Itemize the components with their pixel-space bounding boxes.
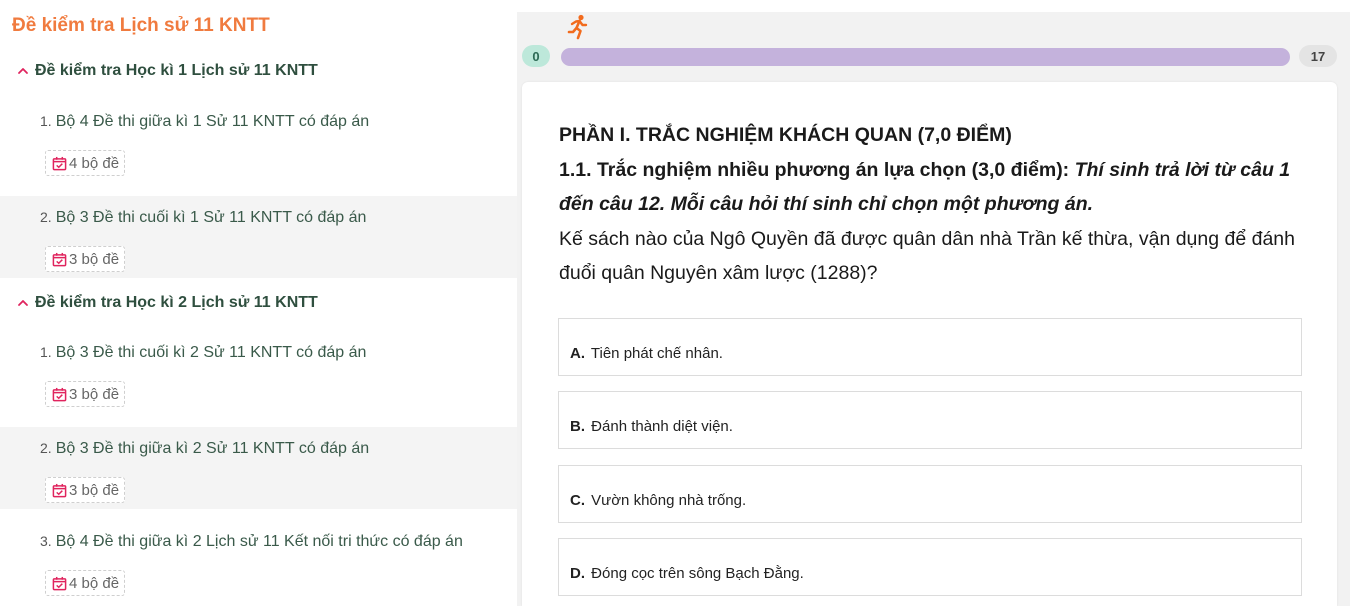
progress-end-label: 17 xyxy=(1299,45,1337,67)
section-heading: Đề kiểm tra Học kì 1 Lịch sử 11 KNTT xyxy=(35,62,318,79)
exam-link[interactable]: 1. Bộ 3 Đề thi cuối kì 2 Sử 11 KNTT có đá… xyxy=(40,344,366,362)
section-toggle-hk1[interactable]: Đề kiểm tra Học kì 1 Lịch sử 11 KNTT xyxy=(16,62,318,80)
exam-link[interactable]: 2. Bộ 3 Đề thi cuối kì 1 Sử 11 KNTT có đá… xyxy=(40,209,366,227)
progress-bar xyxy=(561,48,1290,66)
question-text: PHẦN I. TRẮC NGHIỆM KHÁCH QUAN (7,0 ĐIỂM… xyxy=(559,118,1309,291)
item-title: Bộ 3 Đề thi cuối kì 1 Sử 11 KNTT có đáp … xyxy=(55,209,367,226)
calendar-check-icon xyxy=(52,252,67,266)
list-item: 2. Bộ 3 Đề thi cuối kì 1 Sử 11 KNTT có đá… xyxy=(0,196,517,278)
list-item: 3. Bộ 4 Đề thi giữa kì 2 Lịch sử 11 Kết n… xyxy=(0,520,517,602)
section-toggle-hk2[interactable]: Đề kiểm tra Học kì 2 Lịch sử 11 KNTT xyxy=(16,294,318,312)
list-item: 1. Bộ 3 Đề thi cuối kì 2 Sử 11 KNTT có đá… xyxy=(0,331,517,413)
exam-link[interactable]: 1. Bộ 4 Đề thi giữa kì 1 Sử 11 KNTT có đá… xyxy=(40,113,369,131)
badge-label: 4 bộ đề xyxy=(69,154,120,172)
exam-count-badge[interactable]: 3 bộ đề xyxy=(45,381,126,407)
sub-heading: 1.1. Trắc nghiệm nhiều phương án lựa chọ… xyxy=(559,158,1070,181)
sidebar-title: Đề kiểm tra Lịch sử 11 KNTT xyxy=(12,15,270,36)
item-title: Bộ 3 Đề thi giữa kì 2 Sử 11 KNTT có đáp … xyxy=(55,440,370,457)
answer-option-b[interactable]: B. Đánh thành diệt viện. xyxy=(558,391,1302,449)
part-heading: PHẦN I. TRẮC NGHIỆM KHÁCH QUAN (7,0 ĐIỂM… xyxy=(559,124,1012,146)
exam-count-badge[interactable]: 3 bộ đề xyxy=(45,246,126,272)
answer-option-c[interactable]: C. Vườn không nhà trống. xyxy=(558,465,1302,523)
list-item: 1. Bộ 4 Đề thi giữa kì 1 Sử 11 KNTT có đá… xyxy=(0,100,517,182)
exam-count-badge[interactable]: 4 bộ đề xyxy=(45,150,126,176)
item-number: 2. xyxy=(40,440,52,456)
option-letter: A. xyxy=(570,345,585,362)
option-letter: B. xyxy=(570,418,585,435)
exam-count-badge[interactable]: 4 bộ đề xyxy=(45,570,126,596)
option-text: Đánh thành diệt viện. xyxy=(591,418,733,435)
chevron-up-icon xyxy=(18,300,28,306)
item-number: 1. xyxy=(40,113,52,129)
exam-link[interactable]: 3. Bộ 4 Đề thi giữa kì 2 Lịch sử 11 Kết n… xyxy=(40,533,463,551)
question-prompt: Kế sách nào của Ngô Quyền đã được quân d… xyxy=(559,227,1296,285)
item-title: Bộ 3 Đề thi cuối kì 2 Sử 11 KNTT có đáp … xyxy=(55,344,367,361)
exam-sidebar: Đề kiểm tra Lịch sử 11 KNTT Đề kiểm tra … xyxy=(0,0,517,606)
exam-count-badge[interactable]: 3 bộ đề xyxy=(45,477,126,503)
exam-link[interactable]: 2. Bộ 3 Đề thi giữa kì 2 Sử 11 KNTT có đá… xyxy=(40,440,369,458)
answer-option-d[interactable]: D. Đóng cọc trên sông Bạch Đằng. xyxy=(558,538,1302,596)
list-item: 2. Bộ 3 Đề thi giữa kì 2 Sử 11 KNTT có đá… xyxy=(0,427,517,509)
badge-label: 3 bộ đề xyxy=(69,481,120,499)
answer-option-a[interactable]: A. Tiên phát chế nhân. xyxy=(558,318,1302,376)
item-title: Bộ 4 Đề thi giữa kì 1 Sử 11 KNTT có đáp … xyxy=(55,113,370,130)
calendar-check-icon xyxy=(52,387,67,401)
item-number: 2. xyxy=(40,209,52,225)
option-letter: C. xyxy=(570,492,585,509)
option-letter: D. xyxy=(570,565,585,582)
item-number: 3. xyxy=(40,533,52,549)
item-number: 1. xyxy=(40,344,52,360)
calendar-check-icon xyxy=(52,156,67,170)
option-text: Tiên phát chế nhân. xyxy=(590,345,723,362)
progress-start-label: 0 xyxy=(522,45,550,67)
item-title: Bộ 4 Đề thi giữa kì 2 Lịch sử 11 Kết nối… xyxy=(55,533,463,550)
running-person-icon xyxy=(567,14,588,40)
badge-label: 4 bộ đề xyxy=(69,574,120,592)
chevron-up-icon xyxy=(18,68,28,74)
option-text: Vườn không nhà trống. xyxy=(591,492,747,509)
badge-label: 3 bộ đề xyxy=(69,250,120,268)
badge-label: 3 bộ đề xyxy=(69,385,120,403)
calendar-check-icon xyxy=(52,483,67,497)
section-heading: Đề kiểm tra Học kì 2 Lịch sử 11 KNTT xyxy=(35,294,318,311)
option-text: Đóng cọc trên sông Bạch Đằng. xyxy=(591,565,804,582)
calendar-check-icon xyxy=(52,576,67,590)
